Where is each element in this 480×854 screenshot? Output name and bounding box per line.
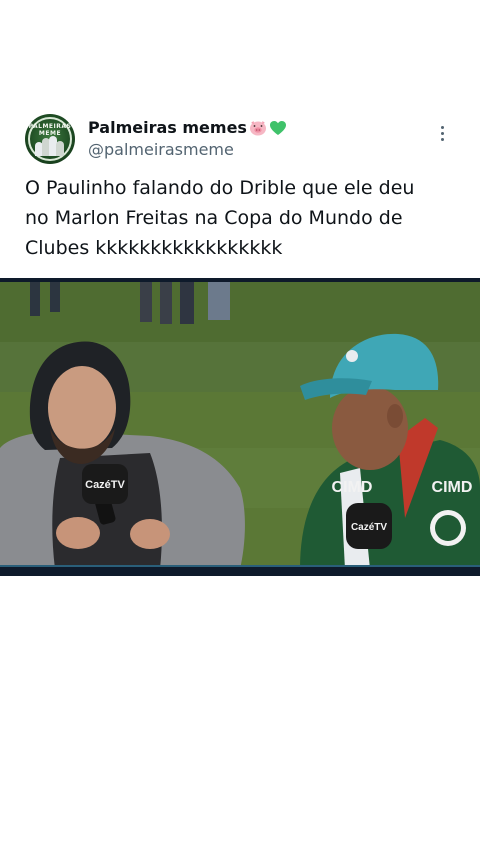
green-heart-emoji (269, 120, 286, 135)
avatar-players-graphic (35, 134, 65, 156)
mic-flag-right-text: CazéTV (351, 522, 387, 533)
post-media-video[interactable]: CazéTV CIMD CIMD CazéTV (0, 278, 480, 576)
display-name[interactable]: Palmeiras memes (88, 118, 247, 137)
jersey-text-right: CIMD (432, 479, 473, 496)
more-vertical-icon[interactable] (441, 126, 445, 142)
post-text-line: no Marlon Freitas na Copa do Mundo de (25, 207, 403, 229)
profile-avatar[interactable]: PALMEIRAS MEME (25, 114, 75, 164)
pig-face-emoji (249, 120, 266, 135)
name-row: Palmeiras memes (88, 118, 287, 137)
post-text-line: Clubes kkkkkkkkkkkkkkkkk (25, 237, 283, 259)
post-text: O Paulinho falando do Drible que ele deu… (25, 173, 465, 263)
post-header: PALMEIRAS MEME Palmeiras memes @palmeira… (25, 114, 455, 166)
mic-flag-left-text: CazéTV (85, 479, 125, 491)
post-text-line: O Paulinho falando do Drible que ele deu (25, 177, 415, 199)
user-handle[interactable]: @palmeirasmeme (88, 140, 234, 159)
video-frame: CazéTV CIMD CIMD CazéTV (0, 278, 480, 576)
jersey-text-left: CIMD (332, 479, 373, 496)
